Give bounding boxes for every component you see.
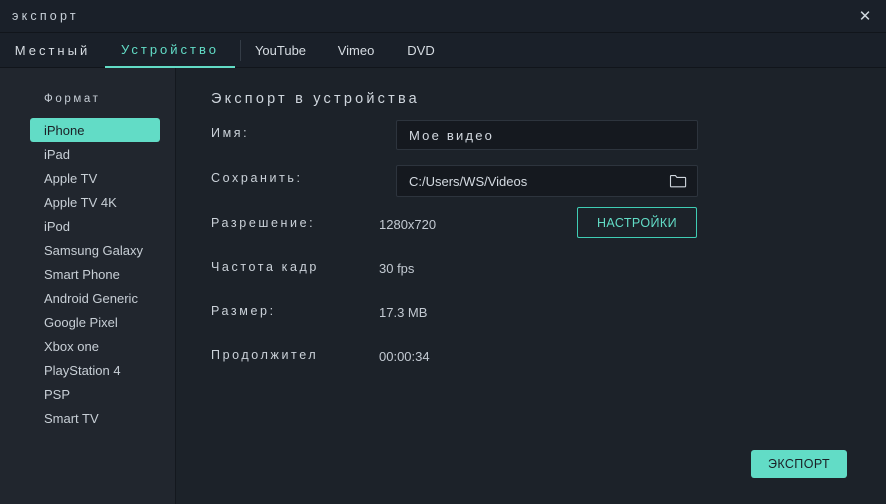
format-list: iPhone iPad Apple TV Apple TV 4K iPod Sa… [30,118,160,430]
tab-label: YouTube [254,43,307,58]
size-value: 17.3 MB [379,305,428,320]
tab-ustroystvo[interactable]: Устройство [105,33,235,68]
sidebar-item-label: iPod [44,218,71,234]
sidebar-item-ipod[interactable]: iPod [30,214,160,238]
sidebar-item-label: iPhone [44,122,85,138]
name-row: Имя: Мое видео [211,120,851,156]
sidebar-item-label: Xbox one [44,338,99,354]
sidebar-title: Формат [44,93,101,105]
export-button-label: ЭКСПОРТ [767,457,831,471]
export-settings-panel: Экспорт в устройства Имя: Мое видео Сохр… [177,68,886,504]
settings-button[interactable]: НАСТРОЙКИ [577,207,697,238]
duration-row: Продолжител 00:00:34 [211,348,851,378]
sidebar-item-ipad[interactable]: iPad [30,142,160,166]
export-button[interactable]: ЭКСПОРТ [751,450,847,478]
size-row: Размер: 17.3 MB [211,304,851,334]
save-path-input[interactable]: C:/Users/WS/Videos [396,165,698,197]
save-path-label: Сохранить: [211,171,303,185]
settings-button-label: НАСТРОЙКИ [597,215,677,230]
sidebar-item-smart-tv[interactable]: Smart TV [30,406,160,430]
sidebar-item-label: PlayStation 4 [44,362,121,378]
sidebar-item-label: PSP [44,386,71,402]
sidebar-item-xbox-one[interactable]: Xbox one [30,334,160,358]
framerate-row: Частота кадр 30 fps [211,260,851,290]
close-icon[interactable]: ✕ [844,0,886,33]
name-label: Имя: [211,126,250,140]
sidebar-item-label: Android Generic [44,290,138,306]
sidebar-item-label: Samsung Galaxy [44,242,143,258]
window-title: экспорт [12,9,79,23]
sidebar-item-label: Google Pixel [44,314,118,330]
sidebar-item-playstation-4[interactable]: PlayStation 4 [30,358,160,382]
sidebar-item-label: iPad [44,146,71,162]
duration-value: 00:00:34 [379,349,430,364]
resolution-label: Разрешение: [211,216,316,230]
framerate-label: Частота кадр [211,260,319,274]
sidebar-item-iphone[interactable]: iPhone [30,118,160,142]
tab-label: Vimeo [337,43,375,58]
sidebar-item-apple-tv-4k[interactable]: Apple TV 4K [30,190,160,214]
name-input[interactable]: Мое видео [396,120,698,150]
tab-bar: Местный Устройство YouTube Vimeo DVD [0,33,886,68]
tab-label: Местный [14,43,91,58]
save-path-value: C:/Users/WS/Videos [409,173,528,189]
save-path-row: Сохранить: C:/Users/WS/Videos [211,165,851,201]
tab-label: DVD [407,43,435,58]
export-dialog: экспорт ✕ Местный Устройство YouTube Vim… [0,0,886,504]
sidebar-item-smart-phone[interactable]: Smart Phone [30,262,160,286]
sidebar-item-google-pixel[interactable]: Google Pixel [30,310,160,334]
tab-mestnyy[interactable]: Местный [0,33,105,68]
size-label: Размер: [211,304,276,318]
tab-label: Устройство [120,42,219,57]
sidebar-item-label: Apple TV 4K [44,194,117,210]
tab-divider [240,40,241,61]
resolution-row: Разрешение: 1280x720 НАСТРОЙКИ [211,207,851,246]
title-bar: экспорт ✕ [0,0,886,33]
sidebar-item-samsung-galaxy[interactable]: Samsung Galaxy [30,238,160,262]
tab-dvd[interactable]: DVD [395,33,447,68]
sidebar-item-android-generic[interactable]: Android Generic [30,286,160,310]
resolution-value: 1280x720 [379,217,437,232]
folder-icon[interactable] [669,173,687,189]
tab-youtube[interactable]: YouTube [245,33,316,68]
framerate-value: 30 fps [379,261,415,276]
sidebar-item-apple-tv[interactable]: Apple TV [30,166,160,190]
sidebar-item-label: Smart Phone [44,266,120,282]
panel-title: Экспорт в устройства [211,91,420,107]
tab-vimeo[interactable]: Vimeo [325,33,387,68]
name-input-value: Мое видео [409,127,495,143]
sidebar-item-psp[interactable]: PSP [30,382,160,406]
format-sidebar: Формат iPhone iPad Apple TV Apple TV 4K … [0,68,176,504]
sidebar-item-label: Apple TV [44,170,98,186]
sidebar-item-label: Smart TV [44,410,99,426]
duration-label: Продолжител [211,348,319,362]
